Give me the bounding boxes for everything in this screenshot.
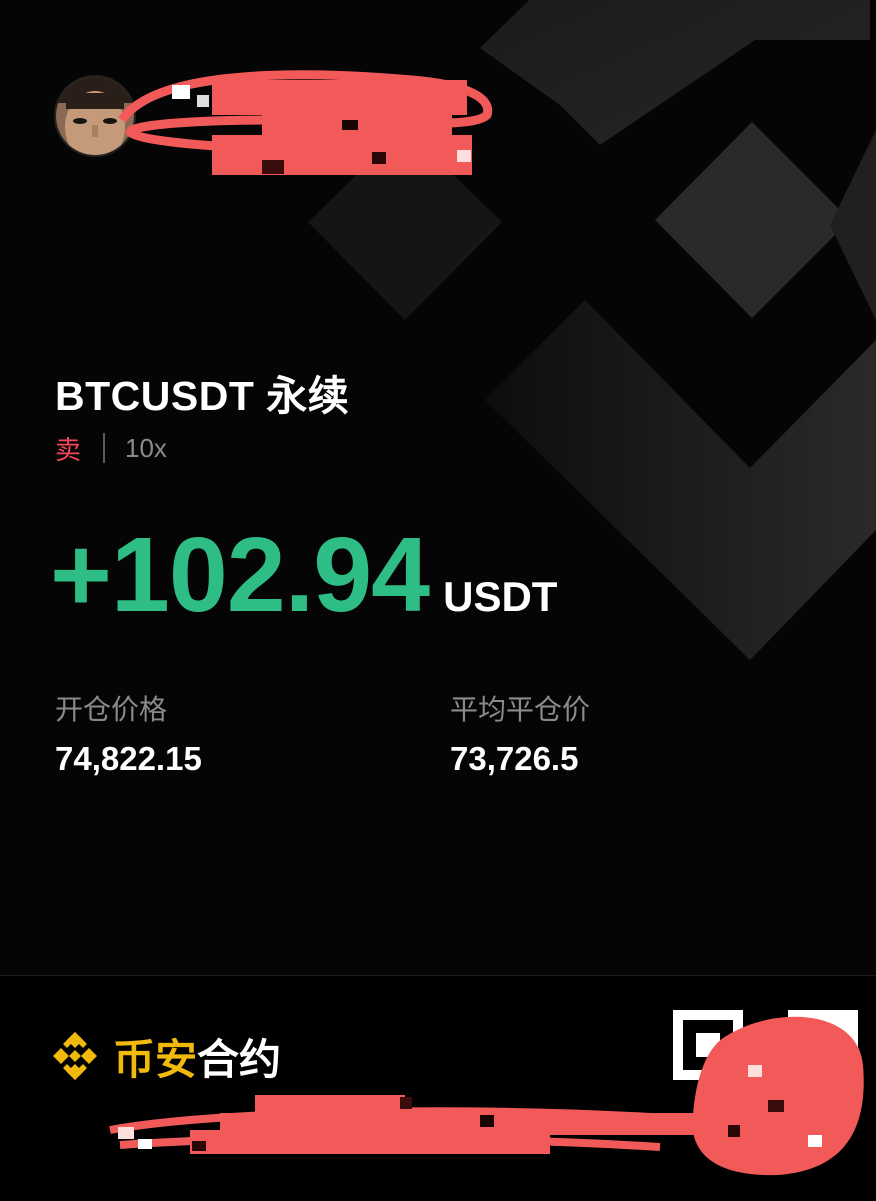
entry-price-value: 74,822.15 bbox=[55, 740, 202, 777]
leverage-label: 10x bbox=[125, 432, 167, 463]
position-meta: 卖 10x bbox=[55, 428, 167, 468]
symbol-name: BTCUSDT bbox=[55, 373, 255, 419]
entry-price-label: 开仓价格 bbox=[55, 694, 168, 725]
pnl-share-card: BTCUSDT 永续 卖 10x +102.94 USDT 开仓价格 74,82… bbox=[0, 0, 876, 975]
avg-close-price-label: 平均平仓价 bbox=[450, 694, 591, 725]
qr-code-redacted bbox=[673, 1010, 864, 1176]
pnl-display: +102.94 USDT bbox=[50, 515, 557, 636]
meta-divider bbox=[103, 433, 106, 463]
avg-close-price-value: 73,726.5 bbox=[450, 740, 579, 777]
pnl-value: +102.94 bbox=[50, 516, 430, 634]
contract-type: 永续 bbox=[266, 373, 350, 419]
redaction-scribble bbox=[109, 1095, 701, 1154]
contract-title: BTCUSDT 永续 bbox=[55, 362, 349, 422]
pnl-unit: USDT bbox=[443, 573, 558, 620]
redaction-scribble bbox=[118, 70, 493, 175]
side-label: 卖 bbox=[55, 434, 82, 465]
binance-logo-icon bbox=[53, 1032, 97, 1080]
